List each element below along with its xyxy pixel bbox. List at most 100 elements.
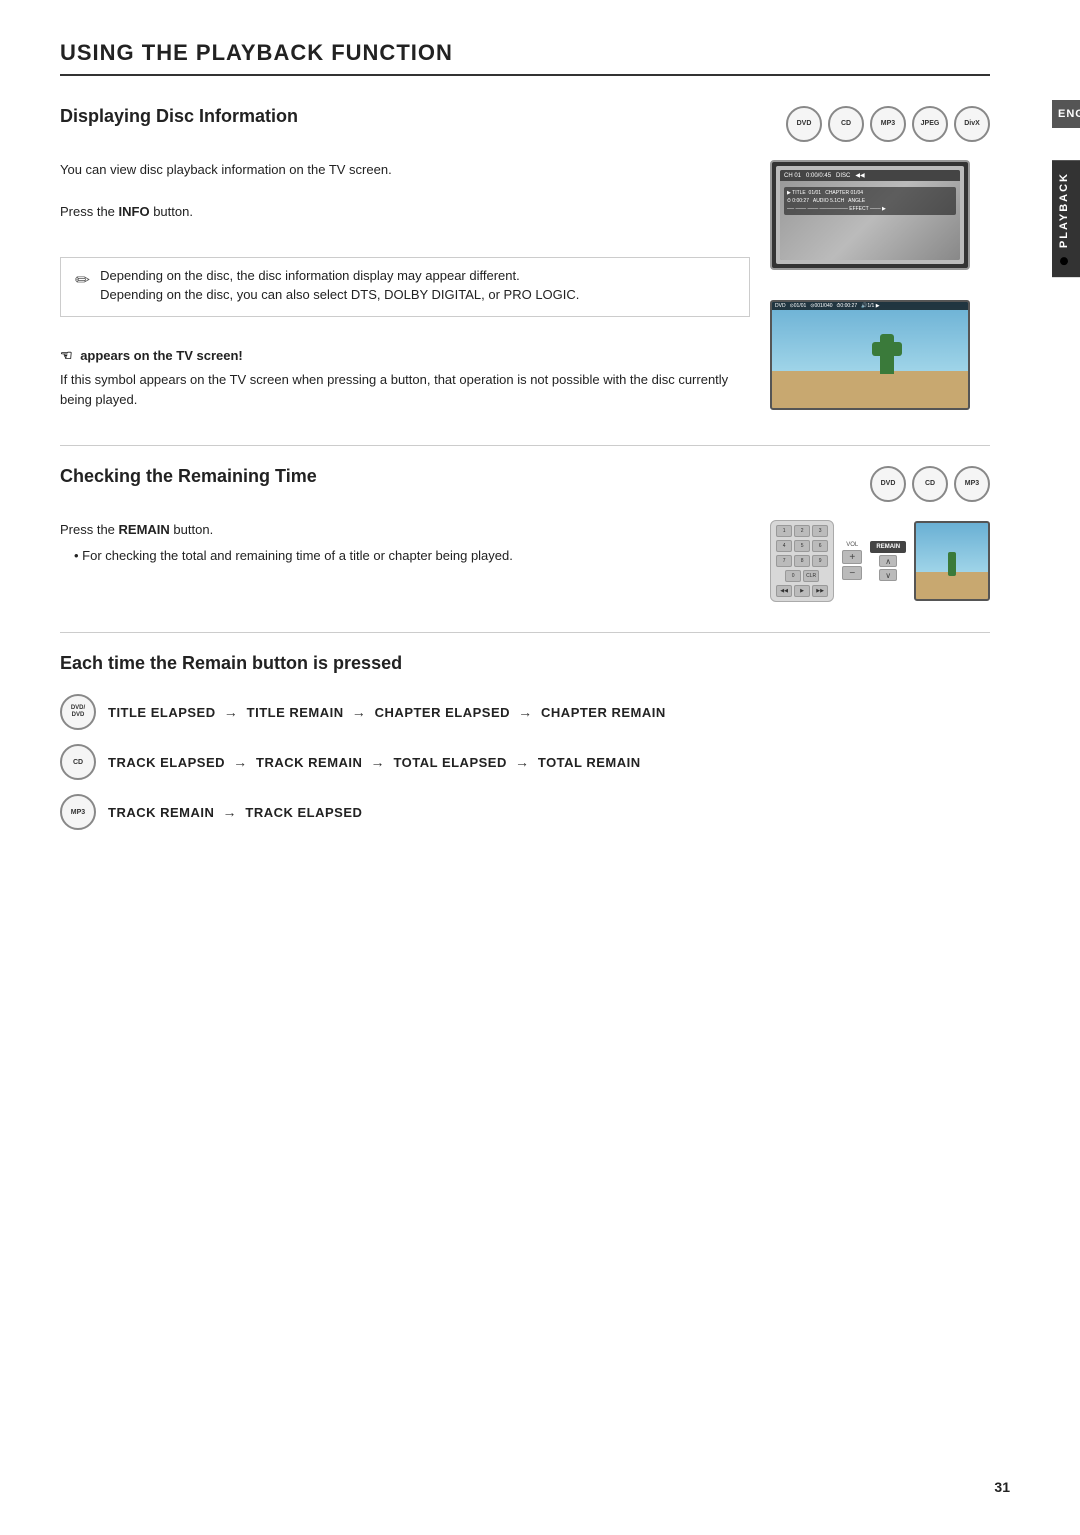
checking-cd-icon: CD <box>912 466 948 502</box>
remain-cactus <box>948 552 956 576</box>
page-title: USING THE PLAYBACK FUNCTION <box>60 40 990 76</box>
cd-arrow-3: → <box>515 754 534 770</box>
vol-column: VOL + − <box>842 542 862 580</box>
side-dot <box>1060 257 1068 265</box>
kp-btn-4: 4 <box>776 540 792 552</box>
total-elapsed-label: TOTAL ELAPSED <box>393 755 506 770</box>
dvd-disc-icons-row: DVD CD MP3 JPEG DivX <box>786 106 990 142</box>
info-overlay: ▶ TITLE 01/01 CHAPTER 01/04 ⏱ 0:00:27 AU… <box>784 187 956 215</box>
remain-bullet: • For checking the total and remaining t… <box>74 546 750 566</box>
page-number: 31 <box>994 1479 1010 1495</box>
checking-remaining-section: Checking the Remaining Time DVD CD MP3 P… <box>60 466 990 602</box>
kp-btn-7: 7 <box>776 555 792 567</box>
language-tab: ENG <box>1052 100 1080 128</box>
cactus-screen: DVD ⊙01/01 ⊙001/040 ⏱0:00:27 🔊1/1 ▶ <box>770 300 970 410</box>
remain-button[interactable]: REMAIN <box>870 541 906 553</box>
screen-content-area: ▶ TITLE 01/01 CHAPTER 01/04 ⏱ 0:00:27 AU… <box>780 181 960 260</box>
mp3-sequence-text: TRACK REMAIN → TRACK ELAPSED <box>108 804 362 820</box>
note-content: Depending on the disc, the disc informat… <box>100 268 579 306</box>
screen-bar-text: CH 01 0:00/0:45 DISC ◀◀ <box>784 172 865 179</box>
note-pencil-icon: ✏ <box>75 270 90 291</box>
kp-btn-6: 6 <box>812 540 828 552</box>
note-box: ✏ Depending on the disc, the disc inform… <box>60 257 750 317</box>
kp-btn-clr: CLR <box>803 570 819 582</box>
checking-remaining-text: Press the REMAIN button. • For checking … <box>60 520 750 569</box>
vol-down-btn[interactable]: − <box>842 566 862 580</box>
dvd-sequence-row: DVD/DVD TITLE ELAPSED → TITLE REMAIN → C… <box>60 694 990 730</box>
displaying-disc-section: You can view disc playback information o… <box>60 160 990 415</box>
kp-btn-8: 8 <box>794 555 810 567</box>
remain-sequences-section: Each time the Remain button is pressed D… <box>60 653 990 830</box>
sky-bg <box>772 302 968 371</box>
chapter-elapsed-label: CHAPTER ELAPSED <box>375 705 510 720</box>
vol-up-btn[interactable]: + <box>842 550 862 564</box>
divx-icon: DivX <box>954 106 990 142</box>
remain-screen <box>914 521 990 601</box>
disc-info-body: You can view disc playback information o… <box>60 160 750 180</box>
vol-remain-ctrl: VOL + − REMAIN ∧ ∨ <box>842 541 906 581</box>
arrow-2: → <box>352 704 371 720</box>
note-line-1: Depending on the disc, the disc informat… <box>100 268 579 283</box>
cactus-screen-area: DVD ⊙01/01 ⊙001/040 ⏱0:00:27 🔊1/1 ▶ <box>770 300 990 410</box>
kp-btn-5: 5 <box>794 540 810 552</box>
info-screen-inner: CH 01 0:00/0:45 DISC ◀◀ ▶ TITLE 01/01 CH… <box>776 166 964 264</box>
chapter-remain-label: CHAPTER REMAIN <box>541 705 666 720</box>
screen-info-bar: DVD ⊙01/01 ⊙001/040 ⏱0:00:27 🔊1/1 ▶ <box>772 302 968 310</box>
checking-remaining-title: Checking the Remaining Time <box>60 466 317 487</box>
title-elapsed-label: TITLE ELAPSED <box>108 705 216 720</box>
screen-dvd-label: DVD <box>775 303 786 309</box>
cd-seq-icon-label: CD <box>73 759 83 766</box>
tuning-col: ∧ ∨ <box>879 555 897 581</box>
kp-btn-9: 9 <box>812 555 828 567</box>
remain-ground <box>916 572 988 599</box>
kp-btn-1: 1 <box>776 525 792 537</box>
kp-btn-play[interactable]: ▶ <box>794 585 810 597</box>
tuning-up-btn[interactable]: ∧ <box>879 555 897 567</box>
side-tab-label: PLAYBACK <box>1058 172 1070 248</box>
cactus-visual <box>880 334 894 374</box>
tuning-down-btn[interactable]: ∨ <box>879 569 897 581</box>
title-remain-label: TITLE REMAIN <box>247 705 344 720</box>
dvd-sequence-text: TITLE ELAPSED → TITLE REMAIN → CHAPTER E… <box>108 704 666 720</box>
total-remain-label: TOTAL REMAIN <box>538 755 641 770</box>
screen-audio-info: 🔊1/1 ▶ <box>861 303 879 309</box>
section-divider <box>60 445 990 446</box>
track-remain-1-label: TRACK REMAIN <box>256 755 362 770</box>
ground-bg <box>772 371 968 408</box>
info-button-label: INFO <box>119 204 150 219</box>
mp3-seq-icon: MP3 <box>60 794 96 830</box>
displaying-disc-title: Displaying Disc Information <box>60 106 298 127</box>
remain-screen-inner <box>916 523 988 599</box>
kp-row-3: 7 8 9 <box>775 555 829 567</box>
kp-btn-next[interactable]: ▶▶ <box>812 585 828 597</box>
cd-icon: CD <box>828 106 864 142</box>
kp-btn-3: 3 <box>812 525 828 537</box>
kp-row-4: 0 CLR <box>775 570 829 582</box>
arrow-1: → <box>224 704 243 720</box>
checking-remaining-row: Press the REMAIN button. • For checking … <box>60 520 990 602</box>
cd-arrow-1: → <box>233 754 252 770</box>
dvd-seq-icon-label: DVD/DVD <box>71 705 85 719</box>
kp-row-2: 4 5 6 <box>775 540 829 552</box>
mp3-sequence-row: MP3 TRACK REMAIN → TRACK ELAPSED <box>60 794 990 830</box>
appears-body: If this symbol appears on the TV screen … <box>60 370 750 409</box>
info-screen-mockup: CH 01 0:00/0:45 DISC ◀◀ ▶ TITLE 01/01 CH… <box>770 160 990 270</box>
vol-remain-area: VOL + − REMAIN ∧ ∨ <box>842 541 906 581</box>
checking-remote-image: 1 2 3 4 5 6 7 8 9 <box>770 520 990 602</box>
cactus-screen-inner: DVD ⊙01/01 ⊙001/040 ⏱0:00:27 🔊1/1 ▶ <box>772 302 968 408</box>
remain-section-divider <box>60 632 990 633</box>
press-remain-text: Press the REMAIN button. <box>60 520 750 540</box>
remain-sequences-title: Each time the Remain button is pressed <box>60 653 990 674</box>
remote-screen-combo: 1 2 3 4 5 6 7 8 9 <box>770 520 990 602</box>
cd-arrow-2: → <box>371 754 390 770</box>
screen-time-info: ⏱0:00:27 <box>837 303 858 309</box>
mp3-arrow-1: → <box>223 804 242 820</box>
checking-mp3-icon: MP3 <box>954 466 990 502</box>
track-elapsed-1-label: TRACK ELAPSED <box>108 755 225 770</box>
displaying-disc-header: Displaying Disc Information DVD CD MP3 J… <box>60 106 990 154</box>
kp-btn-prev[interactable]: ◀◀ <box>776 585 792 597</box>
vol-label: VOL <box>846 542 858 548</box>
info-row-1: ▶ TITLE 01/01 CHAPTER 01/04 <box>787 190 953 196</box>
displaying-disc-text: You can view disc playback information o… <box>60 160 750 415</box>
track-elapsed-mp3-label: TRACK ELAPSED <box>245 805 362 820</box>
